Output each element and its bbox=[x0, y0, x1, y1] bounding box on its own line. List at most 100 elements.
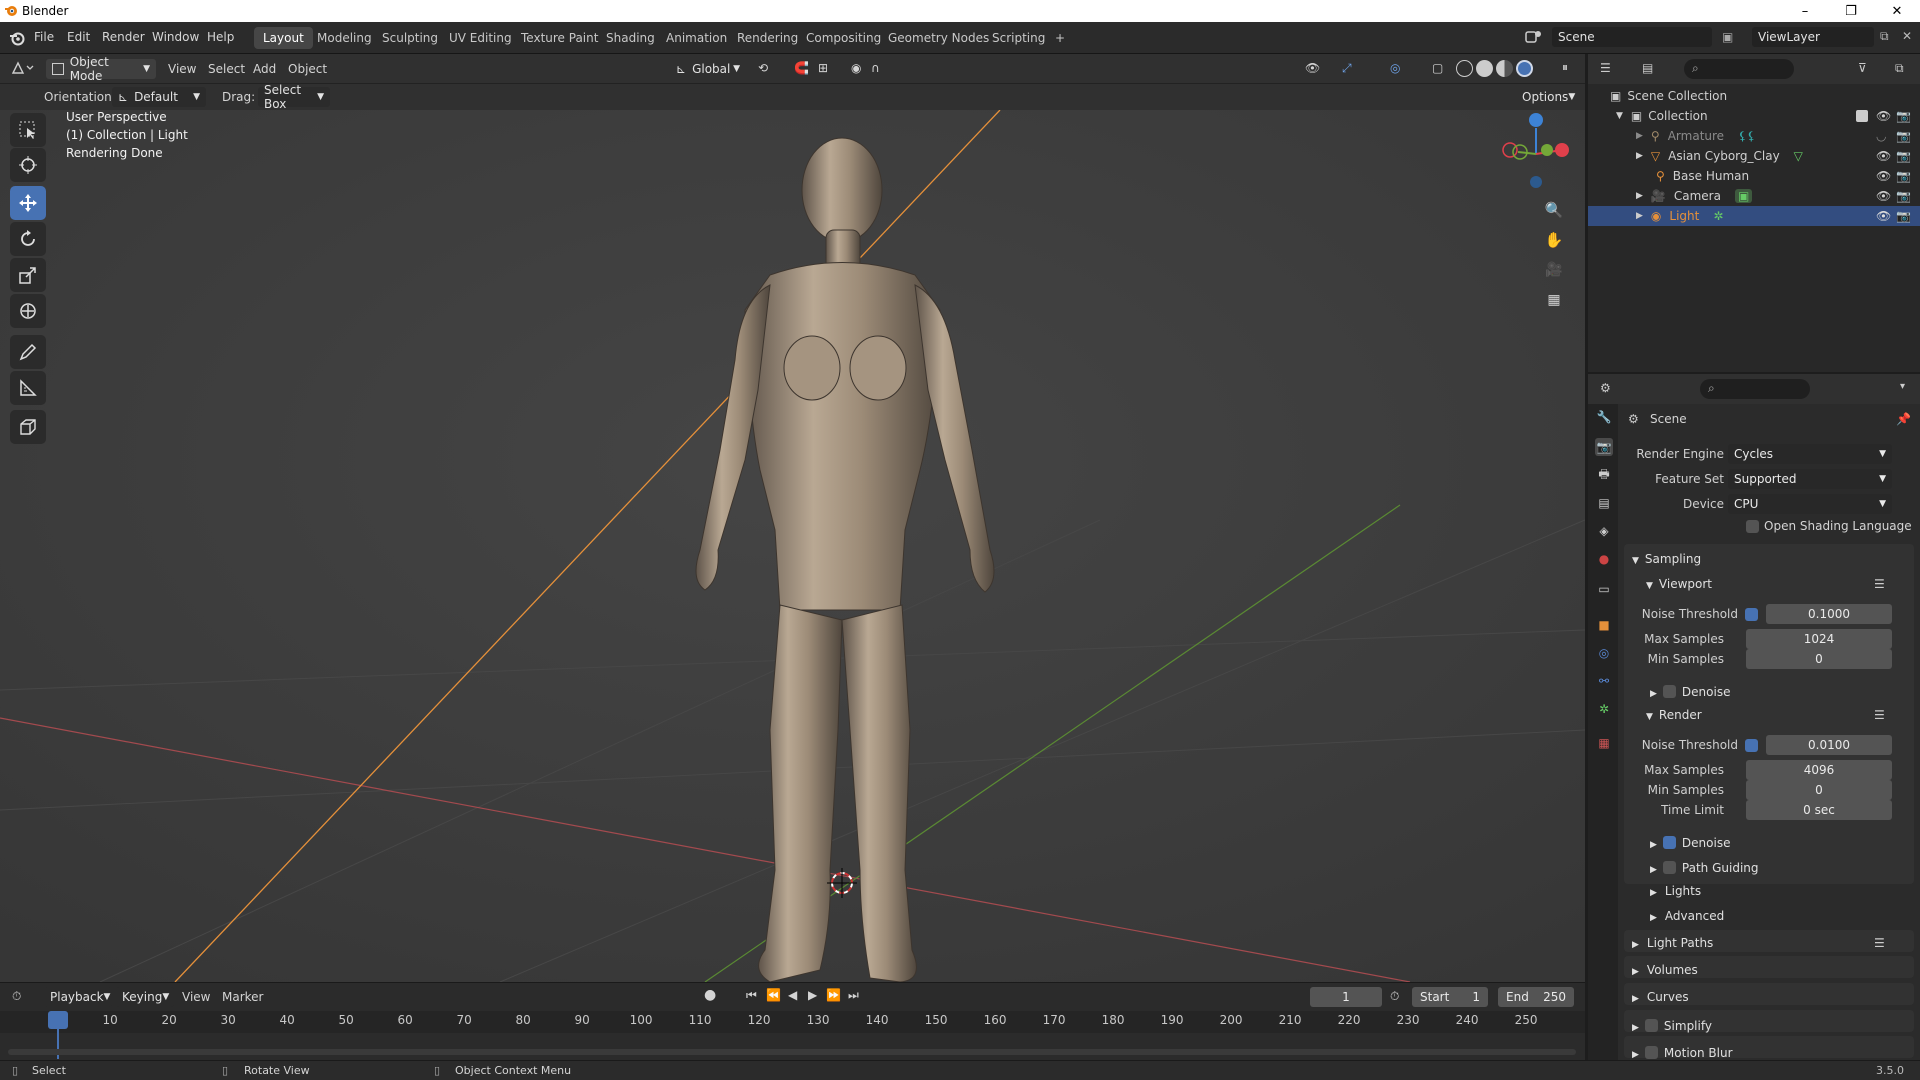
timeline-editor-icon[interactable]: ⏱ bbox=[12, 989, 21, 1004]
editor-type-icon[interactable] bbox=[10, 60, 34, 76]
pin-icon[interactable]: 📌 bbox=[1896, 412, 1911, 426]
move-tool[interactable] bbox=[10, 186, 46, 220]
curves-header[interactable]: ▶ Curves bbox=[1632, 990, 1689, 1004]
material-preview-icon[interactable] bbox=[1496, 60, 1513, 77]
jump-keyframe-forward-icon[interactable]: ⏩ bbox=[826, 988, 841, 1002]
play-reverse-icon[interactable]: ◀ bbox=[788, 988, 797, 1002]
render-camera-icon[interactable]: 📷 bbox=[1896, 129, 1911, 143]
play-icon[interactable]: ▶ bbox=[808, 988, 817, 1002]
wireframe-shading-icon[interactable] bbox=[1456, 60, 1473, 77]
view-layer-tab-icon[interactable]: ▤ bbox=[1595, 494, 1613, 512]
lights-subpanel-header[interactable]: ▶ Lights bbox=[1650, 884, 1701, 898]
outliner-item-armature[interactable]: ▶ ⚲ Armature ⚸⚸ ◡ 📷 bbox=[1588, 126, 1920, 146]
properties-editor-icon[interactable]: ⚙ bbox=[1600, 381, 1611, 395]
render-denoise-header[interactable]: ▶ Denoise bbox=[1650, 834, 1730, 850]
close-window-button[interactable]: ✕ bbox=[1874, 0, 1920, 22]
tab-animation[interactable]: Animation bbox=[657, 27, 736, 49]
presets-list-icon[interactable]: ☰ bbox=[1874, 577, 1885, 591]
texture-tab-icon[interactable]: ▦ bbox=[1595, 734, 1613, 752]
menu-file[interactable]: File bbox=[34, 30, 54, 44]
viewport-subpanel-header[interactable]: ▼ Viewport bbox=[1646, 577, 1712, 591]
add-cube-tool[interactable] bbox=[10, 410, 46, 444]
render-max-samples-field[interactable]: 4096 bbox=[1746, 760, 1892, 780]
object-data-tab-icon[interactable]: ✲ bbox=[1595, 700, 1613, 718]
proportional-falloff-icon[interactable]: ∩ bbox=[871, 61, 880, 75]
advanced-subpanel-header[interactable]: ▶ Advanced bbox=[1650, 909, 1724, 923]
cursor-tool[interactable] bbox=[10, 148, 46, 182]
drag-selector[interactable]: Select Box ▼ bbox=[258, 83, 330, 111]
expand-arrow-icon[interactable]: ▶ bbox=[1636, 131, 1643, 141]
viewport-max-samples-field[interactable]: 1024 bbox=[1746, 629, 1892, 649]
scale-tool[interactable] bbox=[10, 258, 46, 292]
tab-texture-paint[interactable]: Texture Paint bbox=[512, 27, 607, 49]
eye-icon[interactable]: 👁 bbox=[1876, 149, 1891, 163]
current-frame-field[interactable]: 1 bbox=[1310, 987, 1382, 1007]
scene-selector[interactable]: Scene bbox=[1552, 27, 1712, 47]
motion-blur-checkbox[interactable] bbox=[1644, 1046, 1658, 1059]
outliner-search-input[interactable]: ⌕ bbox=[1684, 59, 1794, 79]
tab-shading[interactable]: Shading bbox=[597, 27, 664, 49]
zoom-button[interactable]: 🔍 bbox=[1540, 196, 1568, 224]
object-tab-icon[interactable]: ■ bbox=[1595, 616, 1613, 634]
tab-layout[interactable]: Layout bbox=[254, 27, 313, 49]
transform-tool[interactable] bbox=[10, 294, 46, 328]
playback-menu[interactable]: Playback ▼ bbox=[44, 987, 112, 1007]
presets-list-icon[interactable]: ☰ bbox=[1874, 936, 1885, 950]
simplify-header[interactable]: ▶ Simplify bbox=[1632, 1017, 1712, 1033]
outliner-item-camera[interactable]: ▶ 🎥 Camera ▣ 👁 📷 bbox=[1588, 186, 1920, 206]
collection-checkbox[interactable] bbox=[1856, 110, 1868, 122]
chevron-down-icon[interactable]: ▾ bbox=[1900, 381, 1905, 392]
physics-tab-icon[interactable]: ◎ bbox=[1595, 644, 1613, 662]
time-limit-field[interactable]: 0 sec bbox=[1746, 800, 1892, 820]
display-mode-icon[interactable]: ▤ bbox=[1642, 61, 1653, 75]
scene-tab-icon[interactable]: ◈ bbox=[1595, 522, 1613, 540]
tool-tab-icon[interactable]: 🔧 bbox=[1595, 408, 1613, 426]
expand-arrow-icon[interactable]: ▶ bbox=[1636, 191, 1643, 201]
render-camera-icon[interactable]: 📷 bbox=[1896, 169, 1911, 183]
render-camera-icon[interactable]: 📷 bbox=[1896, 209, 1911, 223]
menu-add[interactable]: Add bbox=[253, 62, 276, 76]
viewport-denoise-header[interactable]: ▶ Denoise bbox=[1650, 683, 1730, 699]
render-camera-icon[interactable]: 📷 bbox=[1896, 109, 1911, 123]
jump-end-icon[interactable]: ⏭ bbox=[848, 988, 859, 1003]
path-guiding-checkbox[interactable] bbox=[1662, 861, 1676, 874]
expand-arrow-icon[interactable]: ▼ bbox=[1616, 111, 1623, 121]
outliner-item-asian-cyborg-clay[interactable]: ▶ ▽ Asian Cyborg_Clay ▽ 👁 📷 bbox=[1588, 146, 1920, 166]
add-workspace-button[interactable]: + bbox=[1046, 27, 1074, 49]
tab-uv-editing[interactable]: UV Editing bbox=[440, 27, 521, 49]
menu-render[interactable]: Render bbox=[102, 30, 145, 44]
pause-render-icon[interactable]: ⏸ bbox=[1562, 60, 1568, 75]
menu-object[interactable]: Object bbox=[288, 62, 327, 76]
outliner-item-light[interactable]: ▶ ◉ Light ✲ 👁 📷 bbox=[1588, 206, 1920, 226]
eye-icon[interactable]: 👁 bbox=[1876, 109, 1891, 123]
ortho-toggle-button[interactable]: ▦ bbox=[1540, 286, 1568, 314]
osl-checkbox[interactable] bbox=[1746, 520, 1759, 533]
collection-tab-icon[interactable]: ▭ bbox=[1595, 580, 1613, 598]
menu-select[interactable]: Select bbox=[208, 62, 245, 76]
menu-help[interactable]: Help bbox=[207, 30, 234, 44]
menu-edit[interactable]: Edit bbox=[67, 30, 90, 44]
outliner-collection[interactable]: ▼ ▣ Collection 👁 📷 bbox=[1588, 106, 1920, 126]
viewlayer-icon[interactable]: ▣ bbox=[1722, 30, 1733, 44]
jump-keyframe-back-icon[interactable]: ⏪ bbox=[766, 988, 781, 1002]
menu-view[interactable]: View bbox=[168, 62, 196, 76]
volumes-header[interactable]: ▶ Volumes bbox=[1632, 963, 1698, 977]
use-preview-range-icon[interactable]: ⏱ bbox=[1390, 989, 1399, 1004]
viewport-noise-threshold-field[interactable]: 0.1000 bbox=[1766, 604, 1892, 624]
solid-shading-icon[interactable] bbox=[1476, 60, 1493, 77]
auto-keying-icon[interactable]: ● bbox=[704, 987, 716, 1003]
end-frame-field[interactable]: End 250 bbox=[1498, 987, 1574, 1007]
tab-geometry-nodes[interactable]: Geometry Nodes bbox=[879, 27, 998, 49]
device-dropdown[interactable]: CPU ▼ bbox=[1728, 494, 1892, 514]
rendered-shading-icon[interactable] bbox=[1516, 60, 1533, 77]
menu-window[interactable]: Window bbox=[152, 30, 199, 44]
tab-sculpting[interactable]: Sculpting bbox=[373, 27, 447, 49]
viewport-noise-threshold-checkbox[interactable] bbox=[1745, 608, 1758, 621]
motion-blur-header[interactable]: ▶ Motion Blur bbox=[1632, 1044, 1733, 1060]
expand-arrow-icon[interactable]: ▶ bbox=[1636, 211, 1643, 221]
orientation-selector[interactable]: ⊾ Default ▼ bbox=[112, 87, 206, 107]
eye-icon[interactable]: 👁 bbox=[1876, 189, 1891, 203]
jump-start-icon[interactable]: ⏮ bbox=[746, 988, 757, 1003]
eye-hidden-icon[interactable]: ◡ bbox=[1876, 129, 1886, 143]
output-tab-icon[interactable]: 🖶 bbox=[1595, 466, 1613, 484]
